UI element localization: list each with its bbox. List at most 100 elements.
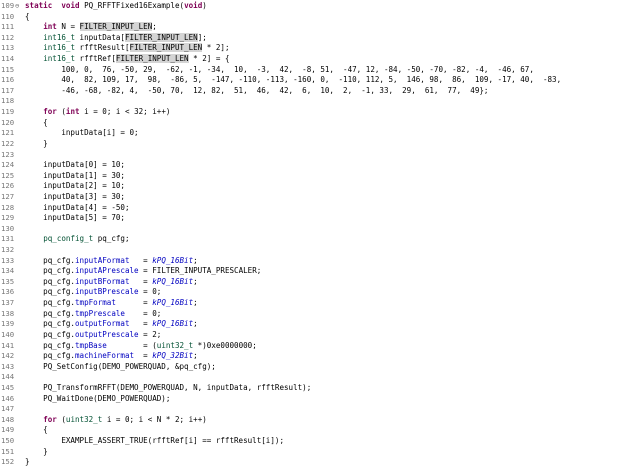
code-token: } — [25, 446, 48, 456]
code-line[interactable]: 134 pq_cfg.inputAPrescale = FILTER_INPUT… — [0, 266, 624, 277]
code-line[interactable]: 152} — [0, 457, 624, 468]
code-text: inputData[0] = 10; — [25, 160, 125, 171]
code-token: for — [43, 414, 57, 424]
line-number: 115 — [1, 64, 15, 74]
code-line[interactable]: 130 — [0, 224, 624, 235]
code-line[interactable]: 147 — [0, 404, 624, 415]
code-token: for — [43, 107, 57, 117]
code-token: = 0; — [138, 287, 162, 297]
code-line[interactable]: 117 -46, -68, -82, 4, -50, 70, 12, 82, 5… — [0, 86, 624, 97]
fold-toggle-icon[interactable]: ⊖ — [15, 1, 19, 12]
code-token: = — [134, 351, 153, 361]
code-text: pq_cfg.tmpFormat = kPQ_16Bit; — [25, 298, 198, 309]
code-token: N = — [56, 22, 80, 32]
code-line[interactable]: 142 pq_cfg.machineFormat = kPQ_32Bit; — [0, 351, 624, 362]
line-number: 131 — [1, 234, 15, 244]
code-token: int16_t — [43, 32, 75, 42]
code-line[interactable]: 112 int16_t inputData[FILTER_INPUT_LEN]; — [0, 32, 624, 44]
code-text: } — [25, 457, 30, 468]
line-number: 133 — [1, 255, 15, 265]
code-line[interactable]: 111 int N = FILTER_INPUT_LEN; — [0, 22, 624, 33]
code-token: pq_cfg. — [25, 329, 75, 339]
code-line[interactable]: 150 EXAMPLE_ASSERT_TRUE(rfftRef[i] == rf… — [0, 436, 624, 447]
code-line[interactable]: 114 int16_t rfftRef[FILTER_INPUT_LEN * 2… — [0, 54, 624, 65]
line-number: 150 — [1, 435, 15, 445]
code-token: EXAMPLE_ASSERT_TRUE(rfftRef[i] == rfftRe… — [25, 435, 284, 445]
code-line[interactable]: 110 { — [0, 12, 624, 23]
code-line[interactable]: 118 — [0, 96, 624, 107]
code-token: ; — [193, 298, 198, 308]
code-line[interactable]: 143 PQ_SetConfig(DEMO_POWERQUAD, &pq_cfg… — [0, 362, 624, 373]
code-token: inputAFormat — [74, 255, 130, 265]
code-token: ) — [202, 1, 207, 10]
code-line[interactable]: 138 pq_cfg.tmpPrescale = 0; — [0, 309, 624, 320]
code-text: for (uint32_t i = 0; i < N * 2; i++) — [25, 415, 207, 426]
code-text: { — [25, 425, 48, 436]
code-line[interactable]: 128 inputData[4] = -50; — [0, 203, 624, 214]
code-line[interactable]: 135 pq_cfg.inputBFormat = kPQ_16Bit; — [0, 277, 624, 288]
line-number: 143 — [1, 361, 15, 371]
highlighted-token: FILTER_INPUT_LEN — [79, 22, 153, 32]
code-line[interactable]: 124 inputData[0] = 10; — [0, 160, 624, 171]
code-text: pq_cfg.outputFormat = kPQ_16Bit; — [25, 319, 198, 330]
code-token: *)0xe0000000; — [193, 340, 257, 350]
code-token: ; — [193, 255, 198, 265]
code-line[interactable]: 148 for (uint32_t i = 0; i < N * 2; i++) — [0, 415, 624, 426]
code-editor[interactable]: 109 ⊖ static void PQ_RFFTFixed16Example(vo… — [0, 0, 624, 471]
code-line[interactable]: 137 pq_cfg.tmpFormat = kPQ_16Bit; — [0, 298, 624, 309]
code-line[interactable]: 109 ⊖ static void PQ_RFFTFixed16Example(vo… — [0, 1, 624, 12]
code-line[interactable]: 120 { — [0, 118, 624, 129]
code-token: * 2]; — [202, 43, 230, 53]
code-token: int16_t — [43, 43, 75, 53]
code-line[interactable]: 121 inputData[i] = 0; — [0, 128, 624, 139]
code-token: kPQ_16Bit — [152, 319, 194, 329]
code-token: inputData[5] = 70; — [25, 213, 125, 223]
code-token: -46, -68, -82, 4, -50, 70, 12, 82, 51, 4… — [25, 85, 489, 95]
code-line[interactable]: 115 100, 0, 76, -50, 29, -62, -1, -34, 1… — [0, 65, 624, 76]
code-token: rfftResult[ — [75, 43, 130, 53]
code-line[interactable]: 126 inputData[2] = 10; — [0, 181, 624, 192]
code-text: pq_cfg.outputPrescale = 2; — [25, 330, 161, 341]
code-text: int N = FILTER_INPUT_LEN; — [25, 22, 157, 33]
code-line[interactable]: 131 pq_config_t pq_cfg; — [0, 234, 624, 245]
line-number: 146 — [1, 393, 15, 403]
code-text: pq_cfg.inputBPrescale = 0; — [25, 287, 161, 298]
code-token: kPQ_16Bit — [152, 276, 194, 286]
code-line[interactable]: 129 inputData[5] = 70; — [0, 213, 624, 224]
code-line[interactable]: 119 for (int i = 0; i < 32; i++) — [0, 107, 624, 118]
code-token: kPQ_16Bit — [152, 298, 194, 308]
code-line[interactable]: 125 inputData[1] = 30; — [0, 171, 624, 182]
code-token: inputData[1] = 30; — [25, 170, 125, 180]
code-line[interactable]: 133 pq_cfg.inputAFormat = kPQ_16Bit; — [0, 256, 624, 267]
code-token: PQ_WaitDone(DEMO_POWERQUAD); — [25, 393, 171, 403]
code-line[interactable]: 140 pq_cfg.outputPrescale = 2; — [0, 330, 624, 341]
code-line[interactable]: 136 pq_cfg.inputBPrescale = 0; — [0, 287, 624, 298]
code-line[interactable]: 146 PQ_WaitDone(DEMO_POWERQUAD); — [0, 394, 624, 405]
line-number: 130 — [1, 223, 15, 233]
line-number: 135 — [1, 276, 15, 286]
code-line[interactable]: 123 — [0, 150, 624, 161]
code-line[interactable]: 132 — [0, 245, 624, 256]
code-line[interactable]: 141 pq_cfg.tmpBase = (uint32_t *)0xe0000… — [0, 341, 624, 352]
code-line[interactable]: 144 — [0, 372, 624, 383]
code-token: int — [43, 22, 57, 32]
code-line[interactable]: 151 } — [0, 447, 624, 458]
line-number: 147 — [1, 404, 15, 414]
line-number: 118 — [1, 96, 15, 106]
code-line[interactable]: 145 PQ_TransformRFFT(DEMO_POWERQUAD, N, … — [0, 383, 624, 394]
code-line[interactable]: 139 pq_cfg.outputFormat = kPQ_16Bit; — [0, 319, 624, 330]
code-text: int16_t rfftRef[FILTER_INPUT_LEN * 2] = … — [25, 54, 230, 65]
code-token: inputData[i] = 0; — [25, 128, 139, 138]
code-line[interactable]: 116 40, 82, 109, 17, 98, -86, 5, -147, -… — [0, 75, 624, 86]
code-line[interactable]: 122 } — [0, 139, 624, 150]
highlighted-token: FILTER_INPUT_LEN — [124, 32, 198, 42]
code-line[interactable]: 127 inputData[3] = 30; — [0, 192, 624, 203]
code-line[interactable]: 149 { — [0, 425, 624, 436]
code-token: pq_cfg. — [25, 340, 75, 350]
code-text: pq_cfg.tmpBase = (uint32_t *)0xe0000000; — [25, 341, 257, 352]
code-line[interactable]: 113 int16_t rfftResult[FILTER_INPUT_LEN … — [0, 43, 624, 54]
code-token: PQ_SetConfig(DEMO_POWERQUAD, &pq_cfg); — [25, 361, 216, 371]
